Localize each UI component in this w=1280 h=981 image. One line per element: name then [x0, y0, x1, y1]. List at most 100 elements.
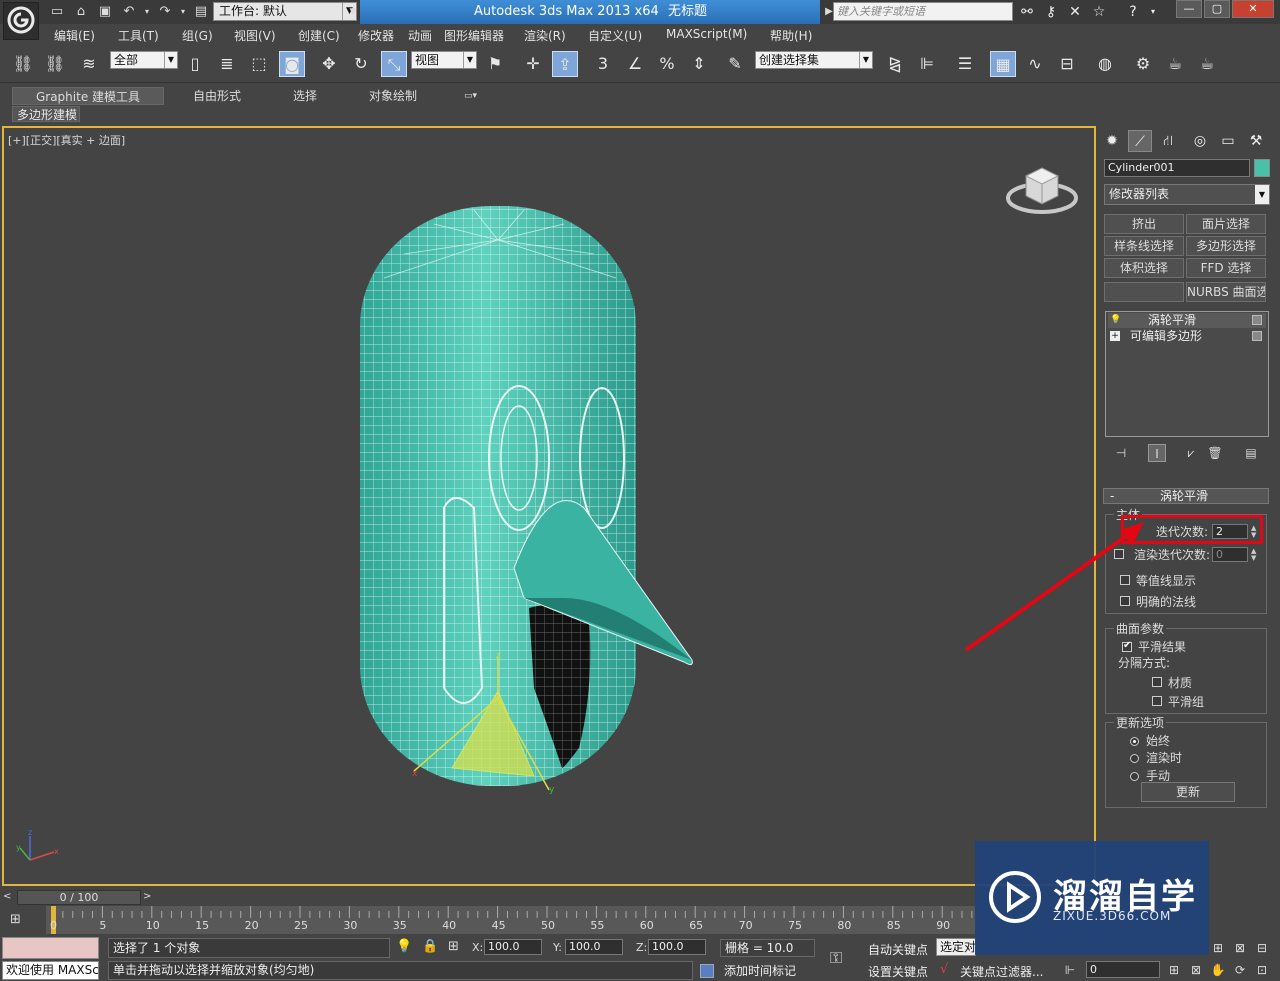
update-button[interactable]: 更新: [1141, 782, 1235, 802]
prev-frame-icon[interactable]: <: [3, 891, 15, 904]
named-selection-set-dropdown[interactable]: 创建选择集 ▼: [755, 51, 873, 69]
render-iters-spinner[interactable]: 0 ▲ ▼: [1212, 547, 1256, 562]
volume-select-button[interactable]: 体积选择: [1104, 258, 1184, 278]
zoom-all-icon[interactable]: ⊠: [1232, 940, 1248, 956]
snaps-toggle-icon[interactable]: 3: [590, 51, 616, 77]
spinner-arrows-icon[interactable]: ▲ ▼: [1251, 548, 1261, 562]
expand-plus-icon[interactable]: +: [1110, 331, 1120, 341]
selection-set-dropdown[interactable]: 选定对: [936, 938, 976, 956]
close-button[interactable]: ✕: [1232, 0, 1274, 18]
mirror-icon[interactable]: ⧎: [882, 51, 908, 77]
pan-view-icon[interactable]: ✋: [1210, 962, 1226, 978]
tab-selection[interactable]: 选择: [293, 87, 317, 105]
tab-freeform[interactable]: 自由形式: [193, 87, 241, 105]
menu-edit[interactable]: 编辑(E): [54, 27, 95, 44]
poly-select-button[interactable]: 多边形选择: [1186, 236, 1266, 256]
isolate-selection-icon[interactable]: 💡: [396, 939, 412, 954]
open-file-icon[interactable]: ⌂: [72, 3, 90, 21]
stack-checkbox[interactable]: [1252, 315, 1262, 325]
field-of-view-icon[interactable]: ⊠: [1188, 962, 1204, 978]
menu-views[interactable]: 视图(V): [234, 27, 276, 44]
tab-object-paint[interactable]: 对象绘制: [369, 87, 417, 105]
hierarchy-tab-icon[interactable]: ⛙: [1156, 130, 1180, 152]
auto-key-button[interactable]: 自动关键点: [868, 941, 928, 958]
unlink-icon[interactable]: ⛓: [42, 51, 68, 77]
select-manipulate-icon[interactable]: ✛: [520, 51, 546, 77]
undo-dropdown-icon[interactable]: ▾: [138, 3, 156, 21]
nurbs-surface-select-button[interactable]: NURBS 曲面选择: [1186, 282, 1266, 302]
menu-create[interactable]: 创建(C): [298, 27, 340, 44]
layer-manager-icon[interactable]: ☰: [952, 51, 978, 77]
app-logo-button[interactable]: [3, 2, 39, 40]
zoom-extents-all-icon[interactable]: ⊟: [1254, 940, 1270, 956]
rollout-header[interactable]: - 涡轮平滑: [1103, 488, 1269, 504]
modifier-list-dropdown[interactable]: 修改器列表 ▼: [1104, 184, 1270, 205]
lock-selection-icon[interactable]: 🔒: [422, 939, 438, 954]
graphite-toggle-icon[interactable]: ▦: [990, 51, 1016, 77]
redo-icon[interactable]: ↷: [156, 3, 174, 21]
perspective-viewport[interactable]: [+][正交][真实 + 边面] x y z z x y: [2, 126, 1096, 886]
set-key-icon[interactable]: ⚿: [830, 948, 842, 968]
menu-maxscript[interactable]: MAXScript(M): [666, 27, 747, 41]
set-key-button[interactable]: 设置关键点: [868, 963, 928, 980]
menu-modifiers[interactable]: 修改器: [358, 27, 394, 44]
maximize-viewport-icon[interactable]: ⊡: [1254, 962, 1270, 978]
select-and-link-icon[interactable]: ⛓: [10, 51, 36, 77]
angle-snap-icon[interactable]: ∠: [622, 51, 648, 77]
subscription-icon[interactable]: ⚷: [1042, 3, 1060, 21]
spinner-snap-icon[interactable]: ⇕: [686, 51, 712, 77]
maxscript-listener[interactable]: [2, 937, 99, 959]
add-time-tag-button[interactable]: 添加时间标记: [720, 963, 815, 980]
timeline-ruler[interactable]: 0 5 10 15 20 25 30 35 40 45 50 55 60 65 70 75 80 85 90: [46, 906, 976, 934]
menu-customize[interactable]: 自定义(U): [588, 27, 642, 44]
help-icon[interactable]: ?: [1124, 3, 1142, 21]
ribbon-options-icon[interactable]: ▭▾: [464, 87, 477, 105]
make-unique-icon[interactable]: ⩗: [1182, 444, 1200, 462]
rendered-frame-icon[interactable]: ☕: [1162, 51, 1188, 77]
configure-modifier-sets-icon[interactable]: ▤: [1242, 444, 1260, 462]
redo-dropdown-icon[interactable]: ▾: [174, 3, 192, 21]
stack-item-turbosmooth[interactable]: 💡 涡轮平滑: [1108, 313, 1266, 328]
align-icon[interactable]: ⊫: [914, 51, 940, 77]
search-input[interactable]: 键入关键字或短语: [833, 2, 1013, 21]
select-and-move-icon[interactable]: ✥: [316, 51, 342, 77]
selection-filter-dropdown[interactable]: 全部 ▼: [110, 51, 178, 69]
spline-select-button[interactable]: 样条线选择: [1104, 236, 1184, 256]
select-object-icon[interactable]: ▯: [182, 51, 208, 77]
manually-radio[interactable]: [1130, 772, 1139, 781]
display-tab-icon[interactable]: ▭: [1216, 130, 1240, 152]
new-file-icon[interactable]: ▭: [48, 3, 66, 21]
light-bulb-icon[interactable]: 💡: [1110, 315, 1121, 325]
stack-item-editable-poly[interactable]: + 可编辑多边形: [1108, 329, 1266, 344]
y-coordinate-field[interactable]: 100.0: [565, 939, 623, 955]
always-radio[interactable]: [1130, 737, 1139, 746]
workspace-dropdown[interactable]: 工作台: 默认 ▼: [213, 2, 357, 21]
project-folder-icon[interactable]: ▤: [192, 3, 210, 21]
stack-checkbox[interactable]: [1252, 331, 1262, 341]
key-filters-button[interactable]: 关键点过滤器...: [960, 963, 1043, 980]
extrude-modifier-button[interactable]: 挤出: [1104, 214, 1184, 234]
schematic-view-icon[interactable]: ⊟: [1054, 51, 1080, 77]
x-coordinate-field[interactable]: 100.0: [484, 939, 542, 955]
communication-icon[interactable]: ✕: [1066, 3, 1084, 21]
select-by-name-icon[interactable]: ≣: [214, 51, 240, 77]
mini-curve-editor-icon[interactable]: ⊞: [10, 912, 34, 928]
window-crossing-icon[interactable]: ◙: [279, 51, 305, 77]
curve-editor-icon[interactable]: ∿: [1022, 51, 1048, 77]
create-tab-icon[interactable]: ✹: [1100, 130, 1124, 152]
utilities-tab-icon[interactable]: ⚒: [1244, 130, 1268, 152]
time-config-icon[interactable]: ⊩: [1062, 962, 1078, 978]
when-rendering-radio[interactable]: [1130, 754, 1139, 763]
object-name-field[interactable]: Cylinder001: [1104, 159, 1250, 177]
materials-checkbox[interactable]: [1152, 677, 1162, 687]
menu-graph-editors[interactable]: 图形编辑器: [444, 27, 504, 44]
render-production-icon[interactable]: ☕: [1194, 51, 1220, 77]
show-end-result-icon[interactable]: Ⅰ: [1148, 444, 1166, 462]
percent-snap-icon[interactable]: %: [654, 51, 680, 77]
select-and-rotate-icon[interactable]: ↻: [348, 51, 374, 77]
binoculars-icon[interactable]: ⚯: [1018, 3, 1036, 21]
menu-group[interactable]: 组(G): [182, 27, 213, 44]
pin-stack-icon[interactable]: ⊣: [1112, 444, 1130, 462]
pivot-center-icon[interactable]: ⚑: [482, 51, 508, 77]
current-frame-field[interactable]: 0: [1086, 961, 1160, 978]
